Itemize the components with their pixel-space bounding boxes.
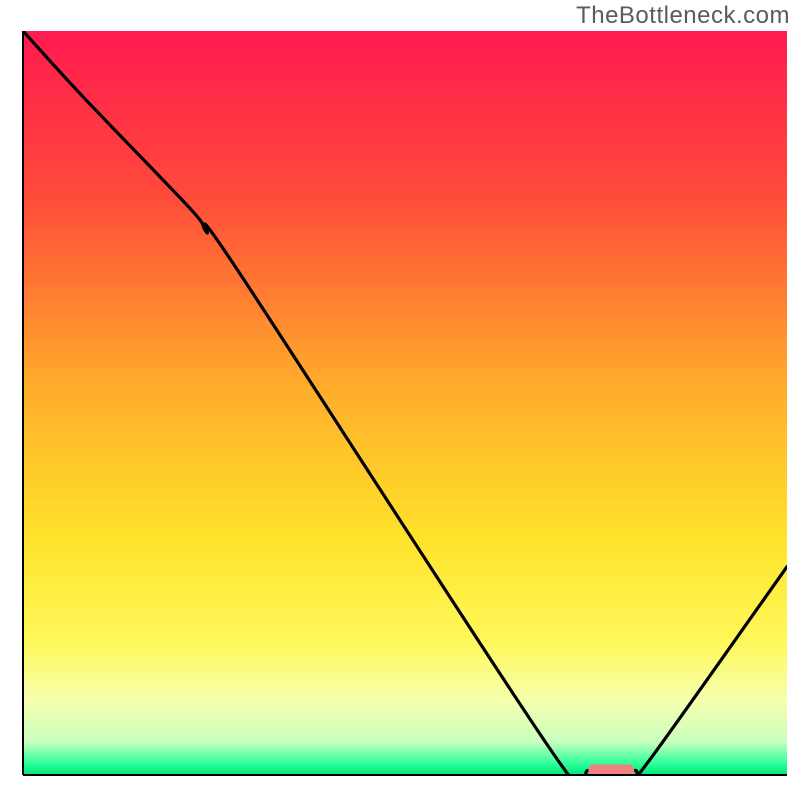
chart-stage: TheBottleneck.com: [0, 0, 800, 800]
gradient-background: [23, 31, 787, 775]
bottleneck-chart: [0, 0, 800, 800]
watermark-text: TheBottleneck.com: [576, 2, 790, 30]
